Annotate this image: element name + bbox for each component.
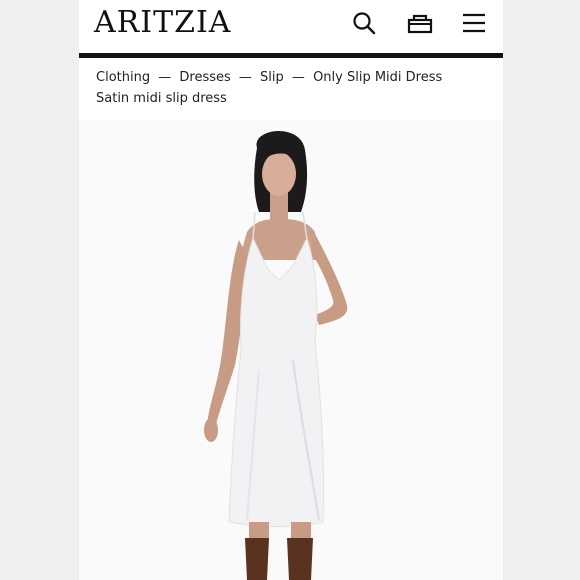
shopping-bag-button[interactable] bbox=[405, 8, 435, 38]
breadcrumb: Clothing — Dresses — Slip — Only Slip Mi… bbox=[96, 69, 496, 87]
breadcrumb-item-current: Only Slip Midi Dress bbox=[313, 70, 443, 85]
brand-logo[interactable]: ARITZIA bbox=[94, 4, 231, 42]
model-photo bbox=[204, 130, 348, 580]
product-title: Satin midi slip dress bbox=[96, 91, 227, 106]
search-icon bbox=[353, 12, 376, 35]
breadcrumb-separator: — bbox=[238, 70, 252, 85]
header-divider bbox=[79, 53, 503, 58]
product-image[interactable] bbox=[79, 120, 503, 580]
breadcrumb-item-slip[interactable]: Slip bbox=[260, 70, 284, 85]
search-button[interactable] bbox=[349, 8, 379, 38]
product-page: ARITZIA Clothing — Dresses — Slip — Only… bbox=[79, 0, 503, 580]
menu-button[interactable] bbox=[459, 8, 489, 38]
hamburger-menu-icon bbox=[463, 13, 485, 33]
breadcrumb-separator: — bbox=[291, 70, 305, 85]
bag-icon bbox=[407, 14, 433, 34]
breadcrumb-item-dresses[interactable]: Dresses bbox=[179, 70, 230, 85]
breadcrumb-separator: — bbox=[158, 70, 172, 85]
breadcrumb-item-clothing[interactable]: Clothing bbox=[96, 70, 150, 85]
site-header: ARITZIA bbox=[79, 0, 503, 55]
